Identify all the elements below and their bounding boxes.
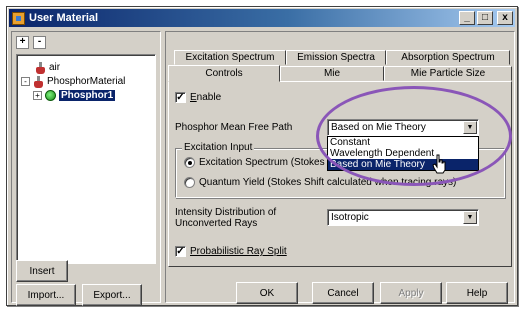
title-bar[interactable]: User Material _ □ x — [9, 9, 515, 27]
tree-item-label: PhosphorMaterial — [47, 76, 126, 87]
probabilistic-split-checkbox[interactable]: ✓ — [175, 246, 186, 257]
cancel-button[interactable]: Cancel — [312, 282, 374, 304]
excitation-input-title: Excitation Input — [182, 142, 255, 153]
tree-item-label: air — [49, 62, 61, 73]
apply-button[interactable]: Apply — [380, 282, 442, 304]
quantum-yield-radio-row[interactable]: Quantum Yield (Stokes Shift calculated w… — [184, 177, 456, 188]
expand-all-button[interactable]: + — [16, 36, 29, 49]
app-icon — [12, 11, 25, 25]
window-title: User Material — [29, 12, 99, 24]
collapse-icon[interactable]: - — [21, 77, 30, 86]
tree-item-air[interactable]: air — [35, 61, 60, 74]
tab-emission-spectra[interactable]: Emission Spectra — [286, 50, 386, 65]
excitation-spectrum-label: Excitation Spectrum (Stokes — [199, 157, 325, 168]
mean-free-path-dropdown[interactable]: Constant Wavelength Dependent Based on M… — [327, 136, 479, 171]
phosphor-icon — [45, 90, 56, 101]
enable-checkbox-row[interactable]: ✓ Enable — [175, 92, 221, 103]
intensity-distribution-label: Intensity Distribution of Unconverted Ra… — [175, 207, 276, 229]
material-tree[interactable]: air - PhosphorMaterial + Phosphor1 — [16, 54, 156, 264]
quantum-yield-label: Quantum Yield (Stokes Shift calculated w… — [199, 177, 457, 188]
controls-tab-page: ✓ Enable Phosphor Mean Free Path Based o… — [168, 81, 512, 267]
enable-checkbox[interactable]: ✓ — [175, 92, 186, 103]
properties-panel: Excitation Spectrum Emission Spectra Abs… — [165, 31, 515, 304]
tab-absorption-spectrum[interactable]: Absorption Spectrum — [386, 50, 510, 65]
flask-icon — [35, 61, 46, 74]
expand-icon[interactable]: + — [33, 91, 42, 100]
intensity-label-line2: Unconverted Rays — [175, 218, 258, 229]
chevron-down-icon[interactable]: ▼ — [463, 121, 477, 134]
intensity-distribution-select[interactable]: Isotropic ▼ — [327, 209, 479, 226]
enable-label: Enable — [190, 92, 222, 103]
mean-free-path-select[interactable]: Based on Mie Theory ▼ — [327, 119, 479, 136]
intensity-distribution-value: Isotropic — [331, 212, 369, 223]
excitation-spectrum-radio-row[interactable]: Excitation Spectrum (Stokes — [184, 157, 325, 168]
maximize-button[interactable]: □ — [477, 11, 493, 25]
quantum-yield-radio[interactable] — [184, 177, 195, 188]
close-button[interactable]: x — [497, 11, 513, 25]
collapse-all-button[interactable]: - — [33, 36, 46, 49]
tab-controls[interactable]: Controls — [168, 65, 280, 82]
dropdown-option-wavelength-dependent[interactable]: Wavelength Dependent — [328, 148, 478, 159]
dropdown-option-mie-theory[interactable]: Based on Mie Theory — [328, 159, 478, 170]
tree-item-phosphor1[interactable]: + Phosphor1 — [33, 89, 116, 102]
hand-cursor-icon — [432, 154, 446, 174]
mean-free-path-value: Based on Mie Theory — [331, 122, 426, 133]
chevron-down-icon[interactable]: ▼ — [463, 211, 477, 224]
flask-icon — [33, 75, 44, 88]
dropdown-option-constant[interactable]: Constant — [328, 137, 478, 148]
mean-free-path-label: Phosphor Mean Free Path — [175, 122, 293, 133]
import-button[interactable]: Import... — [16, 284, 76, 306]
excitation-spectrum-radio[interactable] — [184, 157, 195, 168]
window-controls: _ □ x — [457, 11, 513, 25]
tab-mie-particle-size[interactable]: Mie Particle Size — [384, 66, 512, 81]
insert-button[interactable]: Insert — [16, 260, 68, 282]
help-button[interactable]: Help — [446, 282, 508, 304]
material-tree-panel: + - air - PhosphorMaterial + Phosphor1 I… — [11, 31, 161, 306]
tab-mie[interactable]: Mie — [280, 66, 384, 81]
tree-item-label: Phosphor1 — [59, 90, 116, 101]
tab-excitation-spectrum[interactable]: Excitation Spectrum — [174, 50, 286, 65]
minimize-button[interactable]: _ — [459, 11, 475, 25]
tree-item-phosphor-material[interactable]: - PhosphorMaterial — [21, 75, 125, 88]
export-button[interactable]: Export... — [82, 284, 142, 306]
probabilistic-split-row[interactable]: ✓ Probabilistic Ray Split — [175, 246, 287, 257]
intensity-label-line1: Intensity Distribution of — [175, 207, 277, 218]
tree-toolbar: + - — [16, 36, 46, 49]
probabilistic-split-label: Probabilistic Ray Split — [190, 246, 287, 257]
ok-button[interactable]: OK — [236, 282, 298, 304]
